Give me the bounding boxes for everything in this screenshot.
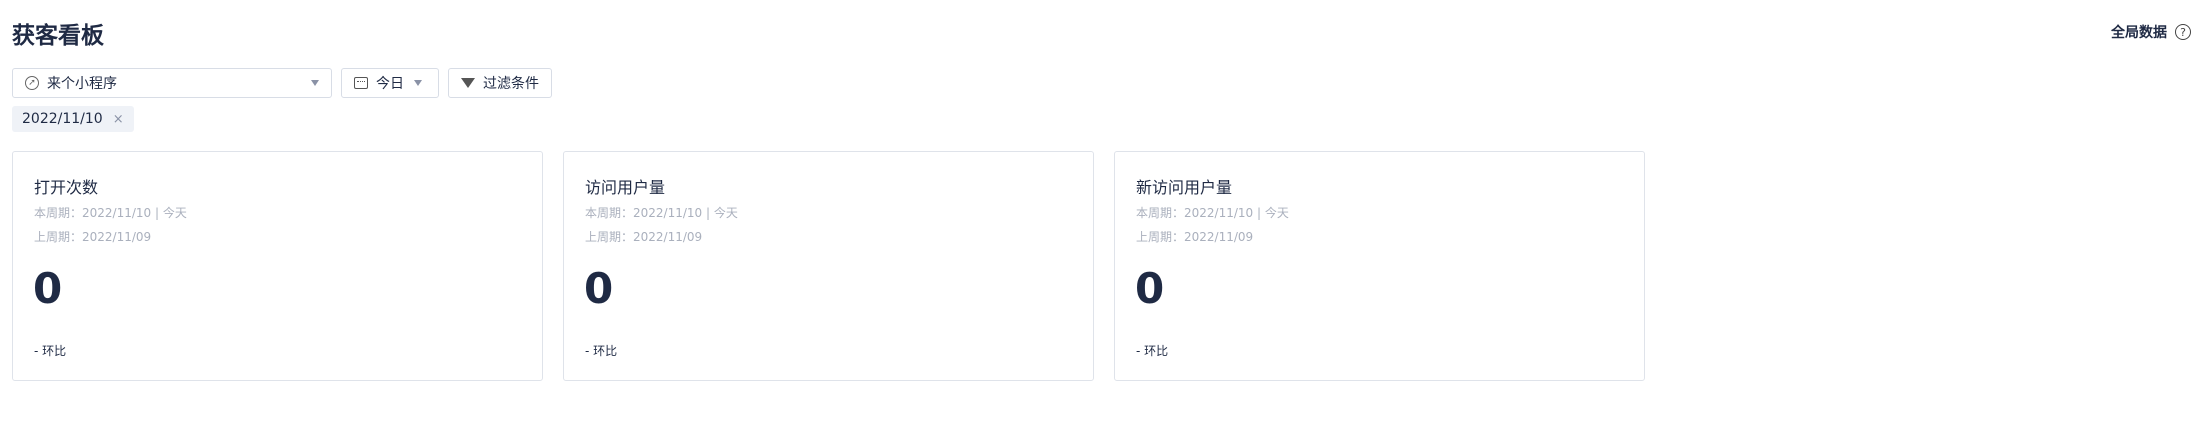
compass-icon: ➚ <box>25 76 39 90</box>
app-select-value: 来个小程序 <box>47 76 117 92</box>
filter-button-label: 过滤条件 <box>483 76 539 92</box>
metric-value: 0 <box>584 264 614 313</box>
card-title: 打开次数 <box>34 178 99 197</box>
page-title: 获客看板 <box>12 23 104 49</box>
chevron-down-icon <box>311 80 319 86</box>
metric-cards: 打开次数 本周期：2022/11/10 | 今天 上周期：2022/11/09 … <box>12 151 1645 381</box>
funnel-icon <box>461 78 475 88</box>
date-tag-label: 2022/11/10 <box>22 111 103 127</box>
date-select-value: 今日 <box>376 76 404 92</box>
card-title: 新访问用户量 <box>1136 178 1233 197</box>
metric-card-visit-users: 访问用户量 本周期：2022/11/10 | 今天 上周期：2022/11/09… <box>563 151 1094 381</box>
current-period: 本周期：2022/11/10 | 今天 <box>34 206 187 220</box>
period-ratio: - 环比 <box>585 344 618 358</box>
previous-period: 上周期：2022/11/09 <box>1136 230 1254 244</box>
previous-period: 上周期：2022/11/09 <box>585 230 703 244</box>
filter-toolbar: ➚ 来个小程序 今日 过滤条件 <box>12 68 552 98</box>
calendar-icon <box>354 77 368 89</box>
app-select[interactable]: ➚ 来个小程序 <box>12 68 332 98</box>
global-data-link[interactable]: 全局数据 ? <box>2111 22 2191 42</box>
metric-value: 0 <box>33 264 63 313</box>
chevron-down-icon <box>414 80 422 86</box>
period-ratio: - 环比 <box>1136 344 1169 358</box>
metric-value: 0 <box>1135 264 1165 313</box>
date-range-select[interactable]: 今日 <box>341 68 439 98</box>
metric-card-new-visit-users: 新访问用户量 本周期：2022/11/10 | 今天 上周期：2022/11/0… <box>1114 151 1645 381</box>
metric-card-open-count: 打开次数 本周期：2022/11/10 | 今天 上周期：2022/11/09 … <box>12 151 543 381</box>
period-ratio: - 环比 <box>34 344 67 358</box>
global-data-label[interactable]: 全局数据 <box>2111 22 2167 42</box>
filter-button[interactable]: 过滤条件 <box>448 68 552 98</box>
help-icon[interactable]: ? <box>2175 24 2191 40</box>
close-icon[interactable]: × <box>113 112 124 127</box>
card-title: 访问用户量 <box>585 178 666 197</box>
current-period: 本周期：2022/11/10 | 今天 <box>585 206 738 220</box>
date-tag: 2022/11/10 × <box>12 106 134 132</box>
previous-period: 上周期：2022/11/09 <box>34 230 152 244</box>
current-period: 本周期：2022/11/10 | 今天 <box>1136 206 1289 220</box>
